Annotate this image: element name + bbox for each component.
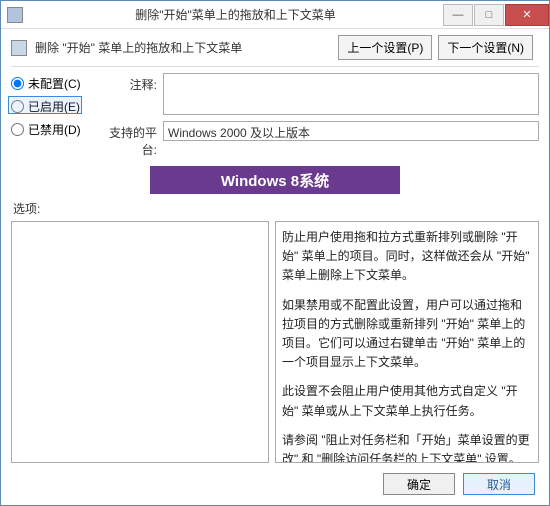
help-p2: 如果禁用或不配置此设置，用户可以通过拖和拉项目的方式删除或重新排列 "开始" 菜…	[282, 296, 532, 373]
previous-setting-button[interactable]: 上一个设置(P)	[338, 35, 432, 60]
policy-title: 删除 "开始" 菜单上的拖放和上下文菜单	[35, 39, 330, 56]
header-row: 删除 "开始" 菜单上的拖放和上下文菜单 上一个设置(P) 下一个设置(N)	[1, 29, 549, 64]
window-controls: — □ ✕	[442, 4, 549, 26]
platform-row: 支持的平台: Windows 2000 及以上版本	[99, 121, 539, 158]
radio-not-configured[interactable]: 未配置(C)	[11, 75, 89, 92]
config-area: 未配置(C) 已启用(E) 已禁用(D) 注释: 支持的平台: Windows …	[1, 73, 549, 158]
help-p4: 请参阅 "阻止对任务栏和「开始」菜单设置的更改" 和 "删除访问任务栏的上下文菜…	[282, 431, 532, 463]
radio-disabled-input[interactable]	[11, 123, 24, 136]
fields: 注释: 支持的平台: Windows 2000 及以上版本	[99, 73, 539, 158]
footer: 确定 取消	[1, 465, 549, 505]
dialog-window: 删除"开始"菜单上的拖放和上下文菜单 — □ ✕ 删除 "开始" 菜单上的拖放和…	[0, 0, 550, 506]
radio-enabled[interactable]: 已启用(E)	[11, 98, 89, 115]
radio-disabled[interactable]: 已禁用(D)	[11, 121, 89, 138]
policy-icon	[11, 40, 27, 56]
next-setting-button[interactable]: 下一个设置(N)	[438, 35, 533, 60]
radio-disabled-label: 已禁用(D)	[28, 121, 81, 138]
radio-not-configured-input[interactable]	[11, 77, 24, 90]
watermark-banner: Windows 8系统	[150, 166, 400, 194]
radio-enabled-input[interactable]	[11, 100, 24, 113]
ok-button[interactable]: 确定	[383, 473, 455, 495]
help-p1: 防止用户使用拖和拉方式重新排列或删除 "开始" 菜单上的项目。同时，这样做还会从…	[282, 228, 532, 286]
divider	[11, 66, 539, 67]
help-p3: 此设置不会阻止用户使用其他方式自定义 "开始" 菜单或从上下文菜单上执行任务。	[282, 382, 532, 420]
comment-label: 注释:	[99, 73, 157, 93]
app-icon	[7, 7, 23, 23]
minimize-button[interactable]: —	[443, 4, 473, 26]
titlebar: 删除"开始"菜单上的拖放和上下文菜单 — □ ✕	[1, 1, 549, 29]
options-pane	[11, 221, 269, 463]
options-label: 选项:	[1, 200, 549, 217]
platform-value: Windows 2000 及以上版本	[163, 121, 539, 141]
state-radios: 未配置(C) 已启用(E) 已禁用(D)	[11, 73, 89, 158]
maximize-button[interactable]: □	[474, 4, 504, 26]
radio-enabled-label: 已启用(E)	[28, 98, 80, 115]
nav-buttons: 上一个设置(P) 下一个设置(N)	[338, 35, 533, 60]
radio-not-configured-label: 未配置(C)	[28, 75, 81, 92]
window-title: 删除"开始"菜单上的拖放和上下文菜单	[29, 6, 442, 23]
comment-textarea[interactable]	[163, 73, 539, 115]
cancel-button[interactable]: 取消	[463, 473, 535, 495]
help-pane: 防止用户使用拖和拉方式重新排列或删除 "开始" 菜单上的项目。同时，这样做还会从…	[275, 221, 539, 463]
platform-label: 支持的平台:	[99, 121, 157, 158]
close-button[interactable]: ✕	[505, 4, 549, 26]
panes: 防止用户使用拖和拉方式重新排列或删除 "开始" 菜单上的项目。同时，这样做还会从…	[1, 217, 549, 465]
comment-row: 注释:	[99, 73, 539, 115]
